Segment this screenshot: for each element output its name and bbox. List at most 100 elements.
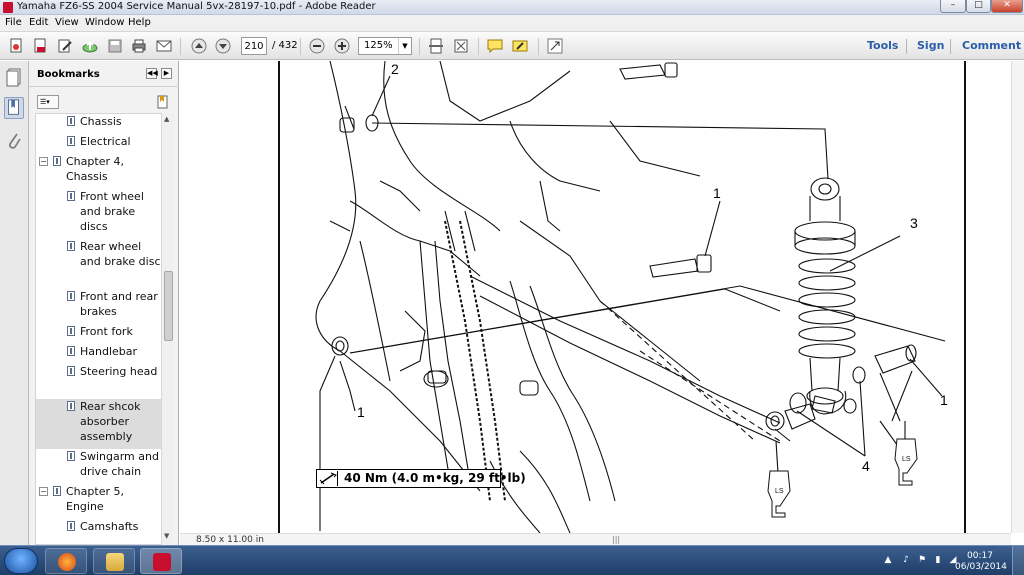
bookmark-item[interactable]: − Chapter 4, Chassis: [36, 154, 164, 189]
new-bookmark-icon[interactable]: [156, 95, 170, 109]
bookmark-item[interactable]: Electrical: [36, 134, 164, 154]
bookmark-item[interactable]: Swingarm and drive chain: [36, 449, 164, 484]
torque-spec-label: 40 Nm (4.0 m•kg, 29 ft•lb): [316, 469, 526, 488]
bookmark-item[interactable]: Front fork: [36, 324, 164, 344]
document-horizontal-scrollbar[interactable]: [180, 533, 1011, 545]
bookmark-item[interactable]: Front wheel and brake discs: [36, 189, 164, 239]
menu-view[interactable]: View: [55, 17, 79, 28]
toolbar-separator: [180, 38, 181, 55]
bookmark-item[interactable]: Chassis: [36, 114, 164, 134]
toolbar-separator: [478, 38, 479, 55]
menu-window[interactable]: Window: [85, 17, 124, 28]
bookmark-icon: [67, 291, 75, 301]
next-page-icon[interactable]: [215, 38, 231, 54]
clock-time[interactable]: 00:17: [960, 551, 1000, 561]
close-button[interactable]: ✕: [991, 0, 1023, 13]
document-vertical-scrollbar[interactable]: [1011, 61, 1024, 533]
page-thumbnails-icon[interactable]: [4, 66, 24, 88]
bookmarks-header: Bookmarks ◀◀ ▶: [29, 61, 179, 87]
bookmark-label: Rear wheel and brake disc: [80, 240, 161, 268]
battery-icon[interactable]: ▮: [932, 555, 944, 567]
bookmark-item[interactable]: − Chapter 5, Engine: [36, 484, 164, 519]
tools-link[interactable]: Tools: [867, 39, 898, 52]
scrollbar-grip-icon[interactable]: |||: [612, 535, 620, 544]
sticky-note-icon[interactable]: [487, 38, 503, 54]
zoom-in-icon[interactable]: [334, 38, 350, 54]
taskbar-file-explorer[interactable]: [93, 548, 135, 574]
bookmark-item[interactable]: Steering head: [36, 364, 164, 399]
edit-pdf-icon[interactable]: [57, 38, 73, 54]
bookmark-icon: [67, 451, 75, 461]
volume-icon[interactable]: ♪: [900, 555, 912, 567]
menu-file[interactable]: File: [5, 17, 22, 28]
panel-menu-icon[interactable]: ▶: [161, 68, 172, 79]
export-pdf-icon[interactable]: [32, 38, 48, 54]
torque-wrench-icon: [318, 471, 338, 486]
previous-page-icon[interactable]: [191, 38, 207, 54]
document-view[interactable]: LS LS 1 1 1 2 3 4: [180, 61, 1024, 533]
email-icon[interactable]: [156, 38, 172, 54]
expand-icon[interactable]: [547, 38, 563, 54]
maximize-button[interactable]: □: [966, 0, 991, 13]
bookmark-item[interactable]: Rear wheel and brake disc: [36, 239, 164, 289]
bookmark-icon: [67, 136, 75, 146]
page-number-input[interactable]: [241, 37, 267, 55]
bookmark-item[interactable]: Rear shcok absorber assembly: [36, 399, 164, 449]
flag-icon[interactable]: ⚑: [916, 555, 928, 567]
full-screen-icon[interactable]: [453, 38, 469, 54]
zoom-out-icon[interactable]: [309, 38, 325, 54]
clock-date[interactable]: 06/03/2014: [955, 562, 1007, 572]
bookmark-options-button[interactable]: ☰▾: [37, 95, 59, 109]
bookmarks-panel-icon[interactable]: [4, 97, 24, 119]
save-icon[interactable]: [107, 38, 123, 54]
scroll-up-icon[interactable]: ▲: [164, 115, 169, 123]
bookmark-icon: [53, 156, 61, 166]
toolbar-separator: [906, 39, 907, 54]
navigation-rail: [0, 61, 29, 545]
scroll-down-icon[interactable]: ▼: [164, 532, 169, 540]
bookmark-icon: [67, 241, 75, 251]
taskbar-firefox[interactable]: [45, 548, 87, 574]
scrollbar-thumb[interactable]: [164, 271, 173, 341]
print-icon[interactable]: [131, 38, 147, 54]
menu-edit[interactable]: Edit: [29, 17, 48, 28]
page-total-label: / 432: [272, 40, 298, 51]
taskbar-adobe-reader[interactable]: [140, 548, 182, 574]
bookmark-icon: [67, 401, 75, 411]
adobe-reader-icon: [153, 553, 171, 571]
start-button[interactable]: [4, 548, 38, 574]
sign-link[interactable]: Sign: [917, 39, 944, 52]
upload-cloud-icon[interactable]: [82, 38, 98, 54]
system-tray: ▲ ♪ ⚑ ▮ ◢: [880, 552, 960, 570]
collapse-panel-icon[interactable]: ◀◀: [146, 68, 158, 79]
bookmark-item[interactable]: Camshafts: [36, 519, 164, 539]
callout-1-collar: 1: [940, 392, 948, 408]
fit-page-icon[interactable]: [428, 38, 444, 54]
expand-toggle-icon[interactable]: −: [39, 487, 48, 496]
show-hidden-icons-icon[interactable]: ▲: [882, 555, 894, 567]
bookmarks-scrollbar[interactable]: ▲ ▼: [161, 113, 174, 545]
expand-toggle-icon[interactable]: −: [39, 157, 48, 166]
bookmark-icon: [67, 326, 75, 336]
create-pdf-icon[interactable]: [8, 38, 24, 54]
bookmark-item[interactable]: Front and rear brakes: [36, 289, 164, 324]
bookmarks-panel: Bookmarks ◀◀ ▶ ☰▾ Chassis Electrical − Chap…: [29, 61, 179, 545]
bookmark-label: Chapter 4, Chassis: [66, 155, 124, 183]
bookmark-label: Electrical: [80, 135, 131, 148]
bookmark-label: Chassis: [80, 115, 122, 128]
chevron-down-icon[interactable]: ▼: [398, 38, 411, 54]
highlight-text-icon[interactable]: [512, 38, 528, 54]
show-desktop-button[interactable]: [1012, 546, 1024, 575]
bookmark-icon: [67, 116, 75, 126]
menu-help[interactable]: Help: [128, 17, 151, 28]
zoom-level-select[interactable]: 125% ▼: [358, 37, 412, 55]
minimize-button[interactable]: –: [940, 0, 966, 13]
bookmark-item[interactable]: Handlebar: [36, 344, 164, 364]
comment-link[interactable]: Comment: [962, 39, 1021, 52]
window-title: Yamaha FZ6-SS 2004 Service Manual 5vx-28…: [17, 1, 376, 12]
lube-symbol-label: LS: [902, 456, 911, 463]
attachments-icon[interactable]: [4, 130, 24, 152]
zoom-level-value: 125%: [364, 40, 393, 51]
toolbar-separator: [419, 38, 420, 55]
bookmark-icon: [67, 191, 75, 201]
